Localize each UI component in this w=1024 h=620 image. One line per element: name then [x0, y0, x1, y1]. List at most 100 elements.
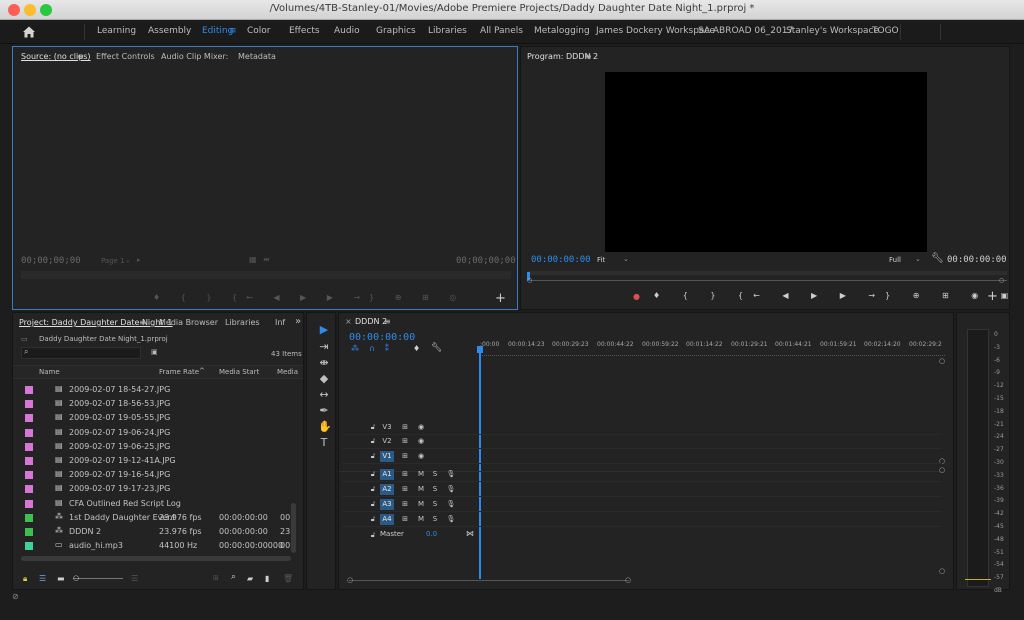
zoom-slider-handle[interactable]: ○ [73, 574, 79, 582]
tab-effect-controls[interactable]: Effect Controls [96, 52, 155, 61]
zoom-handle-right[interactable]: ○ [625, 576, 631, 584]
workspace-sa-abroad[interactable]: SA ABROAD 06_2017 [698, 26, 793, 36]
workspace-audio[interactable]: Audio [334, 26, 360, 36]
list-item[interactable]: ⁂ 1st Daddy Daughter Event 23.976 fps 00:00… [13, 511, 290, 525]
tab-metadata[interactable]: Metadata [238, 52, 276, 61]
list-item[interactable]: ▤ 2009-02-07 19-16-54.JPG [13, 468, 289, 482]
status-indicator-icon[interactable]: ⊘ [12, 592, 19, 601]
label-color-swatch[interactable] [25, 485, 33, 494]
eye-icon[interactable]: ◉ [414, 422, 428, 433]
source-panel-menu-icon[interactable]: ≡ [77, 52, 84, 61]
list-item[interactable]: ▤ 2009-02-07 19-06-24.JPG [13, 426, 289, 440]
label-color-swatch[interactable] [25, 471, 33, 480]
list-item[interactable]: ▤ 2009-02-07 19-05-55.JPG [13, 411, 289, 425]
label-color-swatch[interactable] [25, 457, 33, 465]
selection-tool-icon[interactable]: ▶ [318, 324, 330, 336]
panel-overflow-icon[interactable]: » [295, 316, 301, 327]
list-item[interactable]: ▤ 2009-02-07 18-54-27.JPG [13, 383, 289, 397]
workspace-learning[interactable]: Learning [97, 26, 136, 36]
sync-lock-icon[interactable]: ⊞ [398, 484, 412, 495]
mute-button[interactable]: M [414, 499, 428, 510]
zoom-handle-right[interactable]: ○ [999, 277, 1004, 284]
add-button-icon[interactable]: + [495, 291, 506, 306]
source-scrub-bar[interactable] [21, 271, 511, 279]
project-search-input[interactable] [21, 347, 141, 359]
column-name[interactable]: Name [39, 368, 60, 376]
solo-button[interactable]: S [428, 484, 442, 495]
label-color-swatch[interactable] [25, 386, 33, 394]
microphone-icon[interactable]: 🎙︎ [444, 469, 458, 480]
tab-project[interactable]: Project: Daddy Daughter Date Night_1 [19, 318, 173, 327]
label-color-swatch[interactable] [25, 428, 33, 437]
workspace-effects[interactable]: Effects [289, 26, 320, 36]
timeline-timecode[interactable]: 00:00:00:00 [349, 332, 415, 343]
track-lock-icon[interactable]: 🔓︎ [366, 469, 380, 480]
project-list-scrollbar[interactable] [291, 503, 296, 553]
new-search-bin-icon[interactable]: ▣ [151, 348, 158, 356]
sync-lock-icon[interactable]: ⊞ [398, 451, 412, 462]
track-lock-icon[interactable]: 🔓︎ [366, 451, 380, 462]
track-target-v3[interactable]: V3 [380, 422, 394, 433]
add-marker-icon[interactable]: ♦ [413, 344, 420, 353]
sync-lock-icon[interactable]: ⊞ [398, 469, 412, 480]
zoom-handle-left[interactable]: ○ [527, 277, 532, 284]
source-page-select[interactable]: Page 1 [101, 257, 125, 265]
program-transport-controls[interactable]: ♦ { } {← ◀ ▶ ▶ →} ⊕ ⊞ ◉ ▣ [653, 291, 1018, 300]
track-select-tool-icon[interactable]: ⇥ [318, 341, 330, 353]
drag-audio-icon[interactable]: ⇹ [263, 255, 270, 264]
sync-lock-icon[interactable]: ⊞ [398, 499, 412, 510]
mute-button[interactable]: M [414, 484, 428, 495]
timeline-playhead[interactable] [479, 349, 481, 579]
track-lock-icon[interactable]: 🔓︎ [366, 484, 380, 495]
mute-button[interactable]: M [414, 514, 428, 525]
zoom-slider[interactable] [73, 578, 123, 579]
sync-lock-icon[interactable]: ⊞ [398, 514, 412, 525]
tab-info[interactable]: Inf [275, 318, 285, 327]
program-zoom-bar[interactable] [527, 280, 1007, 281]
record-marker-icon[interactable]: ● [633, 292, 640, 301]
list-item[interactable]: ▤ 2009-02-07 19-17-23.JPG [13, 482, 289, 496]
track-target-v1[interactable]: V1 [380, 451, 394, 462]
microphone-icon[interactable]: 🎙︎ [444, 499, 458, 510]
solo-button[interactable]: S [428, 514, 442, 525]
eye-icon[interactable]: ◉ [414, 436, 428, 447]
find-icon[interactable]: ⌕ [231, 572, 236, 582]
solo-button[interactable]: S [428, 469, 442, 480]
scroll-handle-icon[interactable]: ○ [939, 567, 945, 575]
track-lock-icon[interactable]: 🔓︎ [366, 436, 380, 447]
ripple-edit-tool-icon[interactable]: ⇼ [318, 357, 330, 369]
sort-ascending-icon[interactable]: ^ [199, 367, 205, 375]
close-sequence-icon[interactable]: × [345, 317, 352, 326]
sort-icons-icon[interactable]: ☰ [131, 574, 138, 583]
track-target-a4[interactable]: A4 [380, 514, 394, 525]
solo-button[interactable]: S [428, 499, 442, 510]
chevron-down-icon[interactable]: ⌄ [125, 256, 131, 264]
home-icon[interactable] [22, 24, 36, 38]
track-lock-icon[interactable]: 🔓︎ [366, 499, 380, 510]
quality-select[interactable]: Full [889, 256, 901, 264]
timeline-settings-wrench-icon[interactable]: 🔧︎ [431, 343, 442, 353]
list-item[interactable]: ⁂ DDDN 2 23.976 fps 00:00:00:00 23:0 [13, 525, 290, 539]
list-item[interactable]: ▤ 2009-02-07 19-12-41A.JPG [13, 454, 289, 468]
label-color-swatch[interactable] [25, 400, 33, 409]
workspace-all-panels[interactable]: All Panels [480, 26, 523, 36]
source-transport-controls[interactable]: ♦ { } {← ◀ ▶ ▶ →} ⊕ ⊞ ◎ [153, 293, 465, 302]
track-lock-icon[interactable]: 🔓︎ [366, 514, 380, 525]
sync-lock-icon[interactable]: ⊞ [398, 436, 412, 447]
tab-libraries[interactable]: Libraries [225, 318, 260, 327]
column-media[interactable]: Media [277, 368, 298, 376]
track-target-v2[interactable]: V2 [380, 436, 394, 447]
automate-to-sequence-icon[interactable]: ⊞ [213, 574, 219, 582]
timeline-menu-icon[interactable]: ≡ [384, 317, 391, 326]
label-color-swatch[interactable] [25, 513, 33, 522]
workspace-graphics[interactable]: Graphics [376, 26, 416, 36]
source-timecode-left[interactable]: 00;00;00;00 [21, 256, 81, 266]
workspace-color[interactable]: Color [247, 26, 271, 36]
project-horizontal-scrollbar[interactable] [21, 556, 291, 561]
slip-tool-icon[interactable]: ↔ [318, 389, 330, 401]
sync-lock-icon[interactable]: ⊞ [398, 422, 412, 433]
mute-button[interactable]: M [414, 469, 428, 480]
microphone-icon[interactable]: 🎙︎ [444, 484, 458, 495]
column-media-start[interactable]: Media Start [219, 368, 259, 376]
track-target-a2[interactable]: A2 [380, 484, 394, 495]
